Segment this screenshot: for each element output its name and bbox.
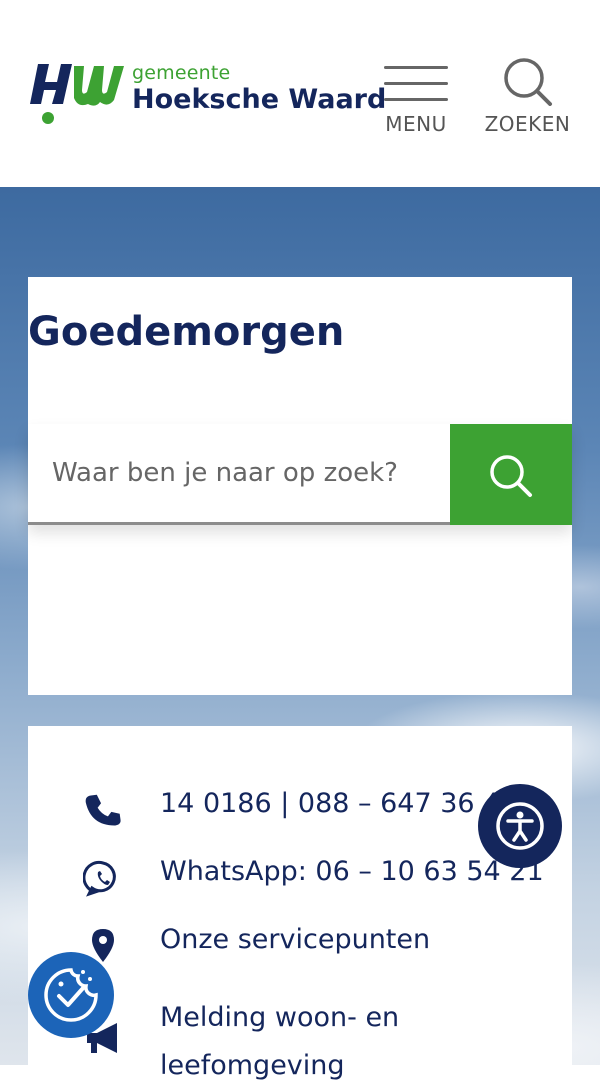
- search-input[interactable]: [28, 424, 474, 525]
- search-submit-button[interactable]: [450, 424, 572, 525]
- search-icon: [490, 455, 532, 497]
- search-bar: [28, 424, 572, 525]
- accessibility-button[interactable]: [478, 784, 562, 868]
- logo-title: Hoeksche Waard: [132, 84, 387, 115]
- logo[interactable]: gemeente Hoeksche Waard: [28, 60, 386, 130]
- search-icon: [504, 58, 552, 106]
- contact-label: 14 0186 | 088 – 647 36 47: [160, 788, 518, 819]
- header-search-button[interactable]: ZOEKEN: [480, 56, 575, 142]
- contact-label: Onze servicepunten: [160, 924, 431, 955]
- whatsapp-icon: [83, 860, 116, 897]
- hamburger-bar: [384, 98, 448, 101]
- hero-card: Goedemorgen: [28, 277, 572, 695]
- cookie-settings-button[interactable]: [28, 952, 114, 1038]
- page-title: Goedemorgen: [28, 309, 345, 355]
- accessibility-icon: [496, 802, 544, 850]
- site-header: gemeente Hoeksche Waard MENU ZOEKEN: [0, 0, 600, 187]
- menu-button[interactable]: MENU: [380, 62, 452, 142]
- hw-logo-mark-icon: [30, 64, 124, 124]
- menu-label: MENU: [385, 112, 447, 136]
- hamburger-icon: [384, 66, 448, 69]
- cookie-check-icon: [44, 968, 98, 1022]
- phone-icon: [85, 794, 121, 826]
- logo-subtitle: gemeente: [132, 62, 231, 84]
- contact-label: Melding woon- en leefomgeving: [160, 1002, 400, 1081]
- hamburger-bar: [384, 82, 448, 85]
- search-label: ZOEKEN: [484, 112, 571, 136]
